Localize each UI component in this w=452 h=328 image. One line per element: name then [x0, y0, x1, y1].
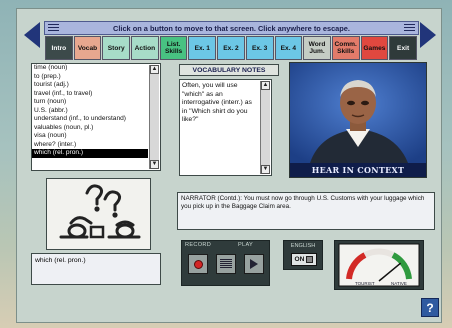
accent-gauge-panel: TOURIST NATIVE — [334, 240, 424, 290]
word-illustration — [46, 178, 151, 250]
english-toggle-panel: ENGLISH ON — [283, 240, 323, 270]
scroll-up-icon[interactable]: ▲ — [150, 65, 159, 74]
tab-ex-2[interactable]: Ex. 2 — [217, 36, 245, 60]
list-item[interactable]: tourist (adj.) — [32, 81, 148, 90]
record-label: RECORD — [185, 242, 212, 248]
tab-ex-1[interactable]: Ex. 1 — [188, 36, 217, 60]
banner-text: Click on a button to move to that screen… — [113, 23, 350, 33]
vocabulary-notes-text: Often, you will use "which" as an interr… — [179, 79, 272, 176]
tab-list-skills[interactable]: List. Skills — [159, 36, 188, 60]
tab-ex-3[interactable]: Ex. 3 — [245, 36, 274, 60]
english-toggle[interactable]: ON — [291, 253, 317, 266]
english-toggle-value: ON — [294, 256, 305, 263]
record-button[interactable] — [188, 254, 208, 274]
record-play-panel: RECORD PLAY — [181, 240, 270, 286]
scroll-up-icon[interactable]: ▲ — [261, 81, 270, 90]
tab-games[interactable]: Games — [360, 36, 389, 60]
tab-intro[interactable]: Intro — [45, 36, 73, 60]
list-item[interactable]: to (prep.) — [32, 73, 148, 82]
question-shirts-illustration — [59, 184, 141, 239]
hear-in-context-caption: HEAR IN CONTEXT — [290, 163, 426, 177]
tab-comm-skills[interactable]: Comm. Skills — [331, 36, 360, 60]
tab-ex-4[interactable]: Ex. 4 — [274, 36, 303, 60]
section-tabs: Intro Vocab Story Action List. Skills Ex. 1 Ex… — [45, 36, 417, 60]
list-item[interactable]: travel (inf., to travel) — [32, 90, 148, 99]
vocabulary-notes-title: VOCABULARY NOTES — [179, 64, 279, 76]
app-screen: Click on a button to move to that screen… — [0, 0, 452, 328]
scroll-down-icon[interactable]: ▼ — [261, 165, 270, 174]
list-item[interactable]: U.S. (abbr.) — [32, 107, 148, 116]
tab-exit[interactable]: Exit — [389, 36, 417, 60]
waveform-button[interactable] — [216, 254, 236, 274]
narrator-text-box: NARRATOR (Contd.): You must now go throu… — [177, 192, 435, 230]
video-panel[interactable]: HEAR IN CONTEXT — [289, 62, 427, 178]
play-label: PLAY — [238, 242, 254, 248]
english-label: ENGLISH — [290, 243, 316, 249]
list-item[interactable]: turn (noun) — [32, 98, 148, 107]
tab-action[interactable]: Action — [131, 36, 159, 60]
accent-gauge: TOURIST NATIVE — [338, 243, 420, 287]
list-item[interactable]: where? (inter.) — [32, 141, 148, 150]
play-button[interactable] — [244, 254, 264, 274]
list-item[interactable]: which (rel. pron.) — [32, 149, 148, 158]
list-item[interactable]: time (noun) — [32, 64, 148, 73]
narrator-text: NARRATOR (Contd.): You must now go throu… — [181, 195, 425, 210]
list-item[interactable]: understand (inf., to understand) — [32, 115, 148, 124]
tab-word-jum[interactable]: Word Jum. — [303, 36, 331, 60]
list-item[interactable]: visa (noun) — [32, 132, 148, 141]
selected-word-box: which (rel. pron.) — [31, 253, 161, 285]
gauge-left-label: TOURIST — [355, 281, 375, 286]
help-button[interactable]: ? — [421, 298, 439, 317]
tab-vocab[interactable]: Vocab — [73, 36, 102, 60]
play-icon — [250, 259, 258, 269]
triangle-left-icon[interactable] — [24, 22, 40, 48]
selected-word: which (rel. pron.) — [35, 257, 86, 264]
notes-body: Often, you will use "which" as an interr… — [182, 82, 252, 124]
menu-lines-icon — [404, 24, 415, 32]
gauge-right-label: NATIVE — [391, 281, 407, 286]
instruction-banner[interactable]: Click on a button to move to that screen… — [44, 21, 419, 35]
notes-scrollbar[interactable]: ▲ ▼ — [260, 81, 270, 174]
list-item[interactable]: valuables (noun, pl.) — [32, 124, 148, 133]
waveform-icon — [220, 259, 232, 269]
menu-lines-icon — [48, 24, 59, 32]
video-frame — [290, 63, 426, 163]
triangle-right-icon[interactable] — [420, 22, 436, 48]
tab-story[interactable]: Story — [102, 36, 131, 60]
help-icon: ? — [426, 300, 434, 315]
record-icon — [193, 259, 203, 269]
vocab-scrollbar[interactable]: ▲ ▼ — [149, 65, 159, 169]
toggle-knob-icon — [306, 256, 314, 263]
scroll-down-icon[interactable]: ▼ — [150, 160, 159, 169]
vocabulary-list[interactable]: time (noun) to (prep.) tourist (adj.) trave… — [31, 63, 161, 171]
